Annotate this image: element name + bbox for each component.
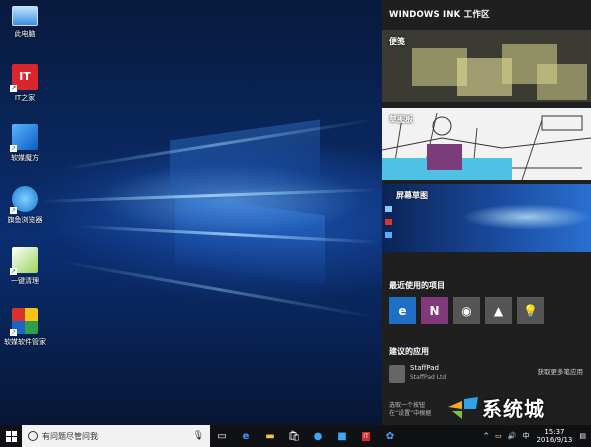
desktop-icon-cleaner[interactable]: ↗ 一键清理 — [2, 247, 48, 286]
manager-icon: ↗ — [10, 308, 38, 336]
tile-label: 屏幕草图 — [396, 191, 428, 200]
sketchpad-preview — [382, 112, 591, 180]
bird-icon: ↗ — [10, 186, 38, 214]
desktop-icon-label: 一键清理 — [11, 277, 39, 285]
clock[interactable]: 15:37 2016/9/13 — [536, 428, 572, 444]
photos-icon[interactable]: ▲ — [485, 297, 512, 324]
show-hidden-icons-chevron-icon[interactable]: ^ — [483, 432, 489, 440]
ithome-icon: IT ↗ — [10, 64, 38, 92]
browser-taskbar-icon[interactable]: ● — [306, 425, 330, 447]
file-explorer-icon[interactable]: ▬ — [258, 425, 282, 447]
desktop-icon-label: 软媒软件管家 — [4, 338, 46, 346]
panel-title: WINDOWS INK 工作区 — [389, 10, 490, 20]
desktop-icon-label: 软媒魔方 — [11, 154, 39, 162]
taskbar: 有问题尽管问我 🎙 ▭ e ▬ 🛍 ● ■ IT ✿ ^ ▭ 🔊 中 15:37… — [0, 425, 591, 447]
broom-icon: ↗ — [10, 247, 38, 275]
tip-line: 在“设置”中根据 — [389, 410, 432, 417]
edge-taskbar-icon[interactable]: e — [234, 425, 258, 447]
system-tray: ^ ▭ 🔊 中 15:37 2016/9/13 ▤ — [480, 425, 589, 447]
watermark-logo: 系统城 — [448, 393, 545, 422]
rubik-icon: ↗ — [10, 124, 38, 152]
suggested-app-name[interactable]: StaffPad — [410, 364, 439, 372]
desktop-icon-label: IT之家 — [14, 94, 36, 102]
cortana-circle-icon — [28, 431, 38, 441]
desktop-icon-ithome[interactable]: IT ↗ IT之家 — [2, 64, 48, 103]
webcam-icon[interactable]: ◉ — [453, 297, 480, 324]
recent-apps-row: e N ◉ ▲ 💡 — [389, 297, 544, 324]
network-icon[interactable]: ▭ — [495, 432, 502, 440]
desktop-icon-browser[interactable]: ↗ 旗鱼浏览器 — [2, 186, 48, 225]
clock-date: 2016/9/13 — [536, 436, 573, 444]
screen-sketch-glow — [462, 204, 591, 230]
cortana-search-box[interactable]: 有问题尽管问我 🎙 — [22, 425, 210, 447]
tile-screen-sketch[interactable]: 屏幕草图 — [382, 184, 591, 252]
volume-icon[interactable]: 🔊 — [508, 432, 517, 440]
clock-time: 15:37 — [544, 428, 565, 436]
ime-icon[interactable]: 中 — [522, 431, 529, 441]
desktop-icon-this-pc[interactable]: 此电脑 — [2, 6, 48, 39]
wallpaper-window-shape — [175, 194, 325, 286]
suggested-apps-label: 建议的应用 — [389, 347, 429, 356]
ithome-taskbar-icon[interactable]: IT — [354, 425, 378, 447]
screen-sketch-mini-icons — [385, 206, 393, 238]
watermark-icon — [448, 396, 478, 419]
onenote-icon[interactable]: N — [421, 297, 448, 324]
get-more-pen-apps-link[interactable]: 获取更多笔应用 — [538, 366, 584, 376]
windows-logo-icon — [5, 430, 17, 442]
tips-icon[interactable]: 💡 — [517, 297, 544, 324]
store-icon[interactable]: 🛍 — [282, 425, 306, 447]
desktop-icon-manager[interactable]: ↗ 软媒软件管家 — [2, 308, 48, 347]
search-placeholder: 有问题尽管问我 — [42, 431, 98, 441]
recent-items-label: 最近使用的项目 — [389, 281, 445, 290]
desktop-icon-label: 旗鱼浏览器 — [7, 216, 43, 224]
desktop-icon-rubik[interactable]: ↗ 软媒魔方 — [2, 124, 48, 163]
suggested-app-publisher: StaffPad Ltd — [410, 374, 447, 381]
desktop-icon-label: 此电脑 — [14, 30, 36, 38]
action-center-icon[interactable]: ▤ — [579, 432, 586, 440]
rubik-taskbar-icon[interactable]: ■ — [330, 425, 354, 447]
tile-sketchpad[interactable]: 草图板 — [382, 108, 591, 180]
edge-icon[interactable]: e — [389, 297, 416, 324]
desktop: 此电脑 IT ↗ IT之家 ↗ 软媒魔方 ↗ 旗鱼浏览器 ↗ 一键清理 ↗ 软媒软… — [0, 0, 382, 425]
tile-label: 便笺 — [389, 37, 405, 46]
watermark-text: 系统城 — [482, 397, 545, 421]
computer-icon — [12, 6, 38, 26]
start-button[interactable] — [0, 425, 22, 447]
staffpad-icon[interactable] — [389, 365, 405, 383]
tile-label: 草图板 — [389, 115, 413, 124]
microphone-icon[interactable]: 🎙 — [193, 431, 204, 441]
ink-workspace-panel: WINDOWS INK 工作区 便笺 草图板 屏幕草图 最近使用的项目 e N … — [382, 0, 591, 425]
tile-sticky-notes[interactable]: 便笺 — [382, 30, 591, 102]
sticky-notes-preview — [412, 44, 587, 100]
tip-line: 选取一个按钮 — [389, 402, 426, 409]
pinned-app-icon[interactable]: ✿ — [378, 425, 402, 447]
task-view-icon[interactable]: ▭ — [210, 425, 234, 447]
pen-settings-tip: 选取一个按钮 在“设置”中根据 — [389, 402, 431, 418]
